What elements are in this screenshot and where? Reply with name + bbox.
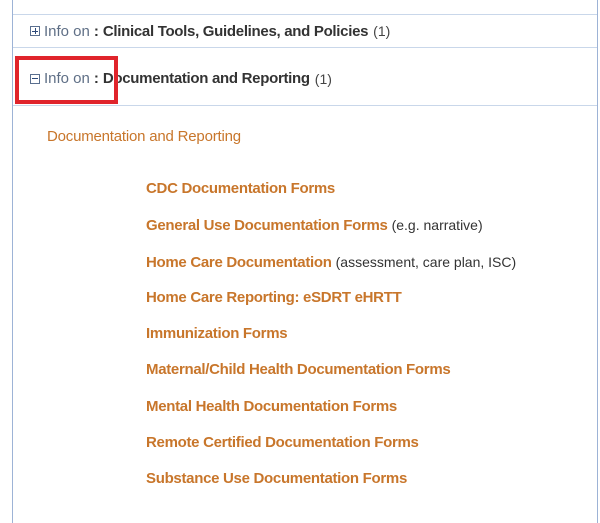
section-heading: Documentation and Reporting — [47, 128, 241, 145]
list-item: Immunization Forms — [146, 323, 516, 359]
accordion-title[interactable]: Documentation and Reporting — [103, 70, 310, 87]
list-item: Maternal/Child Health Documentation Form… — [146, 359, 516, 395]
link-maternal-child-health[interactable]: Maternal/Child Health Documentation Form… — [146, 361, 451, 378]
link-mental-health[interactable]: Mental Health Documentation Forms — [146, 398, 397, 415]
list-item: Mental Health Documentation Forms — [146, 396, 516, 432]
list-item: Substance Use Documentation Forms — [146, 468, 516, 504]
link-cdc-documentation-forms[interactable]: CDC Documentation Forms — [146, 180, 335, 197]
link-immunization-forms[interactable]: Immunization Forms — [146, 325, 288, 342]
list-item: Home Care Reporting: eSDRT eHRTT — [146, 287, 516, 323]
list-item: General Use Documentation Forms (e.g. nar… — [146, 214, 516, 250]
accordion-header-clinical-tools[interactable]: Info on : Clinical Tools, Guidelines, an… — [13, 14, 597, 48]
list-item: CDC Documentation Forms — [146, 178, 516, 214]
colon-separator: : — [93, 22, 99, 40]
link-note: (e.g. narrative) — [391, 217, 483, 234]
document-link-list: CDC Documentation Forms General Use Docu… — [146, 178, 516, 505]
list-item: Remote Certified Documentation Forms — [146, 432, 516, 468]
link-substance-use[interactable]: Substance Use Documentation Forms — [146, 470, 407, 487]
link-note: (assessment, care plan, ISC) — [335, 253, 517, 270]
list-item: Home Care Documentation (assessment, care… — [146, 251, 516, 287]
link-home-care-documentation[interactable]: Home Care Documentation — [146, 254, 332, 271]
item-count: (1) — [373, 23, 391, 39]
highlight-annotation-box — [15, 56, 118, 104]
link-home-care-reporting[interactable]: Home Care Reporting: eSDRT eHRTT — [146, 289, 402, 306]
accordion-title[interactable]: Clinical Tools, Guidelines, and Policies — [103, 23, 369, 40]
item-count: (1) — [314, 70, 332, 87]
info-on-label: Info on — [44, 22, 90, 40]
link-general-use-documentation-forms[interactable]: General Use Documentation Forms — [146, 217, 388, 234]
expand-plus-icon[interactable] — [30, 26, 40, 36]
link-remote-certified[interactable]: Remote Certified Documentation Forms — [146, 434, 419, 451]
